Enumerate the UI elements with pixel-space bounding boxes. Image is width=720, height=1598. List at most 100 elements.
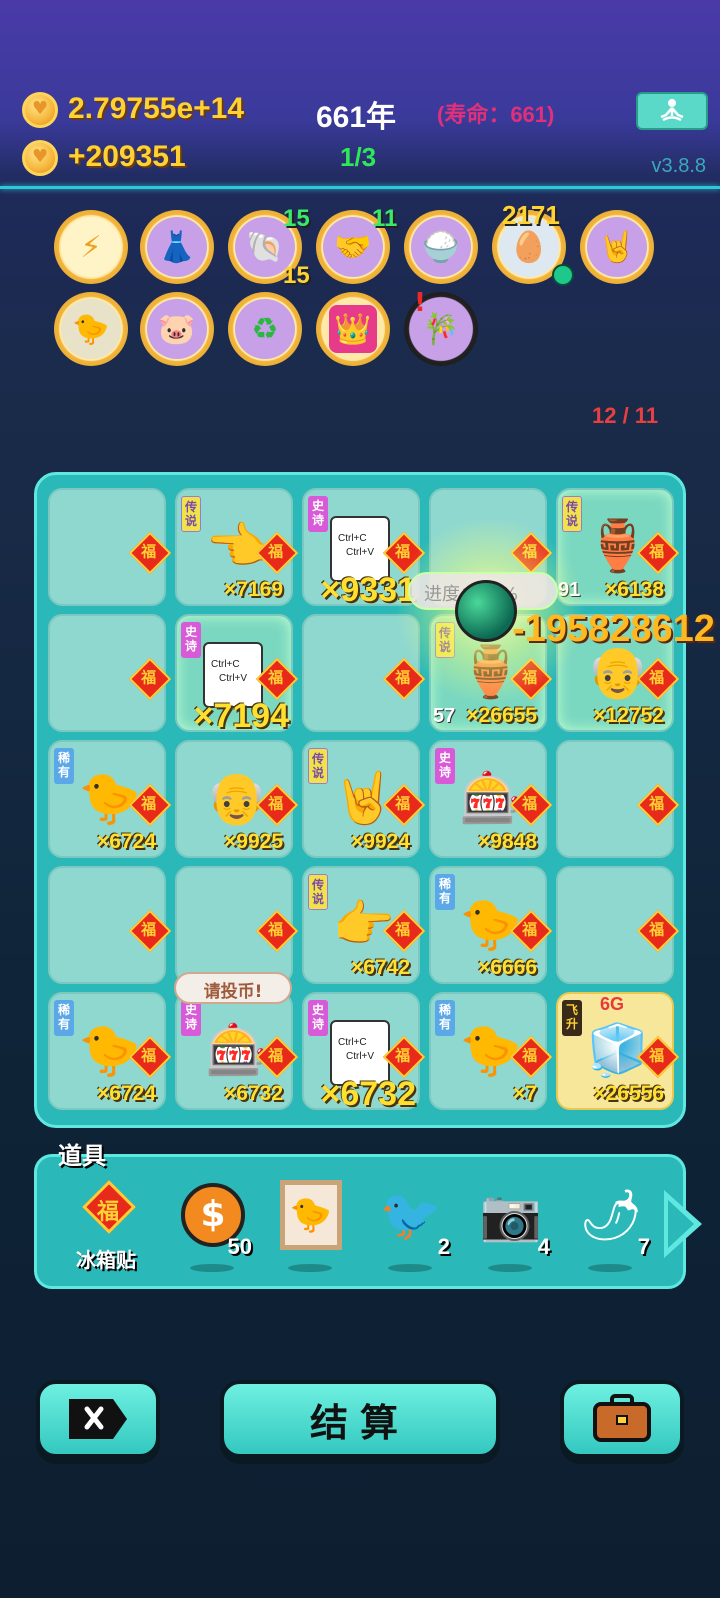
scroll-right-arrow-icon[interactable] [664, 1190, 702, 1258]
income-coin-icon [22, 140, 58, 176]
briefcase-icon [593, 1394, 651, 1442]
white-bird-item[interactable]: 🐦 2 [370, 1166, 450, 1276]
lifespan-label: (寿命：661) [437, 102, 555, 127]
item-quantity: ×7169 [224, 578, 283, 601]
rock-hand-icon: 🤘 [587, 217, 647, 277]
tag-rare: 稀有 [435, 1000, 455, 1036]
board-cell-chick[interactable]: 稀有 🐤 福 ×6666 [429, 866, 553, 984]
tag-legend: 传说 [308, 874, 328, 910]
year-label: 661年 [316, 101, 397, 134]
board-cell-chick[interactable]: 稀有 🐤 福 ×7 [429, 992, 553, 1110]
handshake-count: 11 [372, 205, 398, 232]
tag-rare: 稀有 [54, 1000, 74, 1036]
chili-pepper-icon: 🌶 [579, 1185, 643, 1244]
item-quantity: ×6666 [478, 956, 537, 979]
board-cell-empty[interactable]: 福 [556, 740, 680, 858]
chick-skill[interactable]: 🐤 [54, 292, 128, 366]
piggy-bank-skill[interactable]: 🐷 [140, 292, 214, 366]
exit-button[interactable] [36, 1380, 160, 1458]
tag-epic: 史诗 [181, 622, 201, 658]
fu-icon: 福 [128, 531, 172, 575]
tray-count: 2171 [502, 200, 560, 230]
tag-legend: 传说 [308, 748, 328, 784]
meditation-icon [660, 99, 684, 122]
fu-icon: 福 [128, 657, 172, 701]
recycle-skill[interactable]: ♻ [228, 292, 302, 366]
bowls-skill[interactable]: 🍚 [404, 210, 478, 284]
skirt-skill[interactable]: 👗 [140, 210, 214, 284]
close-tag-icon [69, 1399, 127, 1439]
board-cell-grandpa[interactable]: 👴 福 ×9925 [175, 740, 299, 858]
item-shadow [288, 1264, 332, 1272]
fu-icon: 福 [255, 909, 299, 953]
item-quantity: ×6742 [351, 956, 410, 979]
fu-icon: 福 [128, 909, 172, 953]
pepper-count: 7 [637, 1234, 650, 1259]
slot-counter: 12 / 11 [592, 403, 659, 428]
item-quantity: ×9925 [224, 830, 283, 853]
camera-icon: 📷 [479, 1185, 543, 1244]
white-bird-icon: 🐦 [379, 1185, 443, 1244]
board-cell-fridge[interactable]: 飞升 6G 🧊 福 ×26556 [556, 992, 680, 1110]
wave-counter: 1/3 [340, 142, 377, 172]
pepper-item[interactable]: 🌶 7 [570, 1166, 650, 1276]
recycle-icon: ♻ [235, 299, 295, 359]
board-cell-chick[interactable]: 稀有 🐤 福 ×6724 [48, 992, 172, 1110]
board-cell-pointer-hand[interactable]: 传说 👈 福 ×7169 [175, 488, 299, 606]
piggy-bank-icon: 🐷 [147, 299, 207, 359]
bowls-icon: 🍚 [411, 217, 471, 277]
item-quantity: ×6138 [605, 578, 664, 601]
board-cell-ctrl-cv[interactable]: 史诗 Ctrl+C Ctrl+V 福 ×7194 [175, 614, 299, 735]
item-quantity: ×6732 [320, 1075, 417, 1113]
board-cell-gacha-machine[interactable]: 史诗 🎰 福 ×9848 [429, 740, 553, 858]
version-label: v3.8.8 [651, 155, 706, 177]
board-cell-empty[interactable]: 福 [48, 866, 172, 984]
camera-count: 4 [537, 1234, 550, 1259]
item-shadow [488, 1264, 532, 1272]
chick-icon: 🐤 [61, 299, 121, 359]
meditate-button[interactable] [636, 92, 708, 130]
board-cell-empty[interactable]: 福 [175, 866, 299, 984]
inventory-button[interactable] [560, 1380, 684, 1458]
board-cell-gacha-machine[interactable]: 史诗 🎰 福 ×6732 [175, 992, 299, 1110]
board-cell-pointer-hand[interactable]: 传说 👉 福 ×6742 [302, 866, 426, 984]
rock-hand-skill[interactable]: 🤘 [580, 210, 654, 284]
shell-count-top: 15 [283, 205, 310, 232]
settle-button[interactable]: 结算 [220, 1380, 500, 1458]
item-quantity: ×6724 [97, 1082, 156, 1105]
item-quantity: ×9848 [478, 830, 537, 853]
fu-icon: 福 [636, 783, 680, 827]
board-cell-chick[interactable]: 稀有 🐤 福 ×6724 [48, 740, 172, 858]
board-cell-ctrl-cv[interactable]: 史诗 Ctrl+C Ctrl+V 福 ×6732 [302, 992, 426, 1113]
camera-item[interactable]: 📷 4 [470, 1166, 550, 1276]
gold-coin-icon [22, 92, 58, 128]
crown-card-icon: 👑 [329, 305, 377, 353]
board-cell-empty[interactable]: 福 [48, 614, 172, 732]
tag-rare: 稀有 [435, 874, 455, 910]
tag-epic: 史诗 [181, 1000, 201, 1036]
lightning-icon: ⚡ [61, 217, 121, 277]
item-quantity: ×12752 [593, 704, 664, 727]
coin-count: 50 [227, 1234, 252, 1259]
item-level: 57 [433, 705, 456, 727]
chick-portrait-item[interactable]: 🐤 [270, 1166, 350, 1276]
board-cell-empty[interactable]: 福 [556, 866, 680, 984]
fridge-sticker-label: 冰箱贴 [76, 1248, 136, 1272]
item-quantity: ×26655 [466, 704, 537, 727]
lightning-skill[interactable]: ⚡ [54, 210, 128, 284]
coin-item[interactable]: $ 50 [172, 1166, 252, 1276]
bird-count: 2 [437, 1234, 450, 1259]
board-cell-empty[interactable]: 福 [48, 488, 172, 606]
item-quantity: ×7194 [193, 697, 290, 735]
tag-epic: 史诗 [435, 748, 455, 784]
tag-legend: 传说 [181, 496, 201, 532]
item-shadow [190, 1264, 234, 1272]
item-quantity: ×26556 [593, 1082, 664, 1105]
crown-card-skill[interactable]: 👑 [316, 292, 390, 366]
tag-ascend: 飞升 [562, 1000, 582, 1036]
skirt-icon: 👗 [147, 217, 207, 277]
tag-epic: 史诗 [308, 496, 328, 532]
item-shadow [388, 1264, 432, 1272]
fridge-sticker-item[interactable]: 福 冰箱贴 [70, 1166, 150, 1276]
board-cell-rock-hand[interactable]: 传说 🤘 福 ×9924 [302, 740, 426, 858]
